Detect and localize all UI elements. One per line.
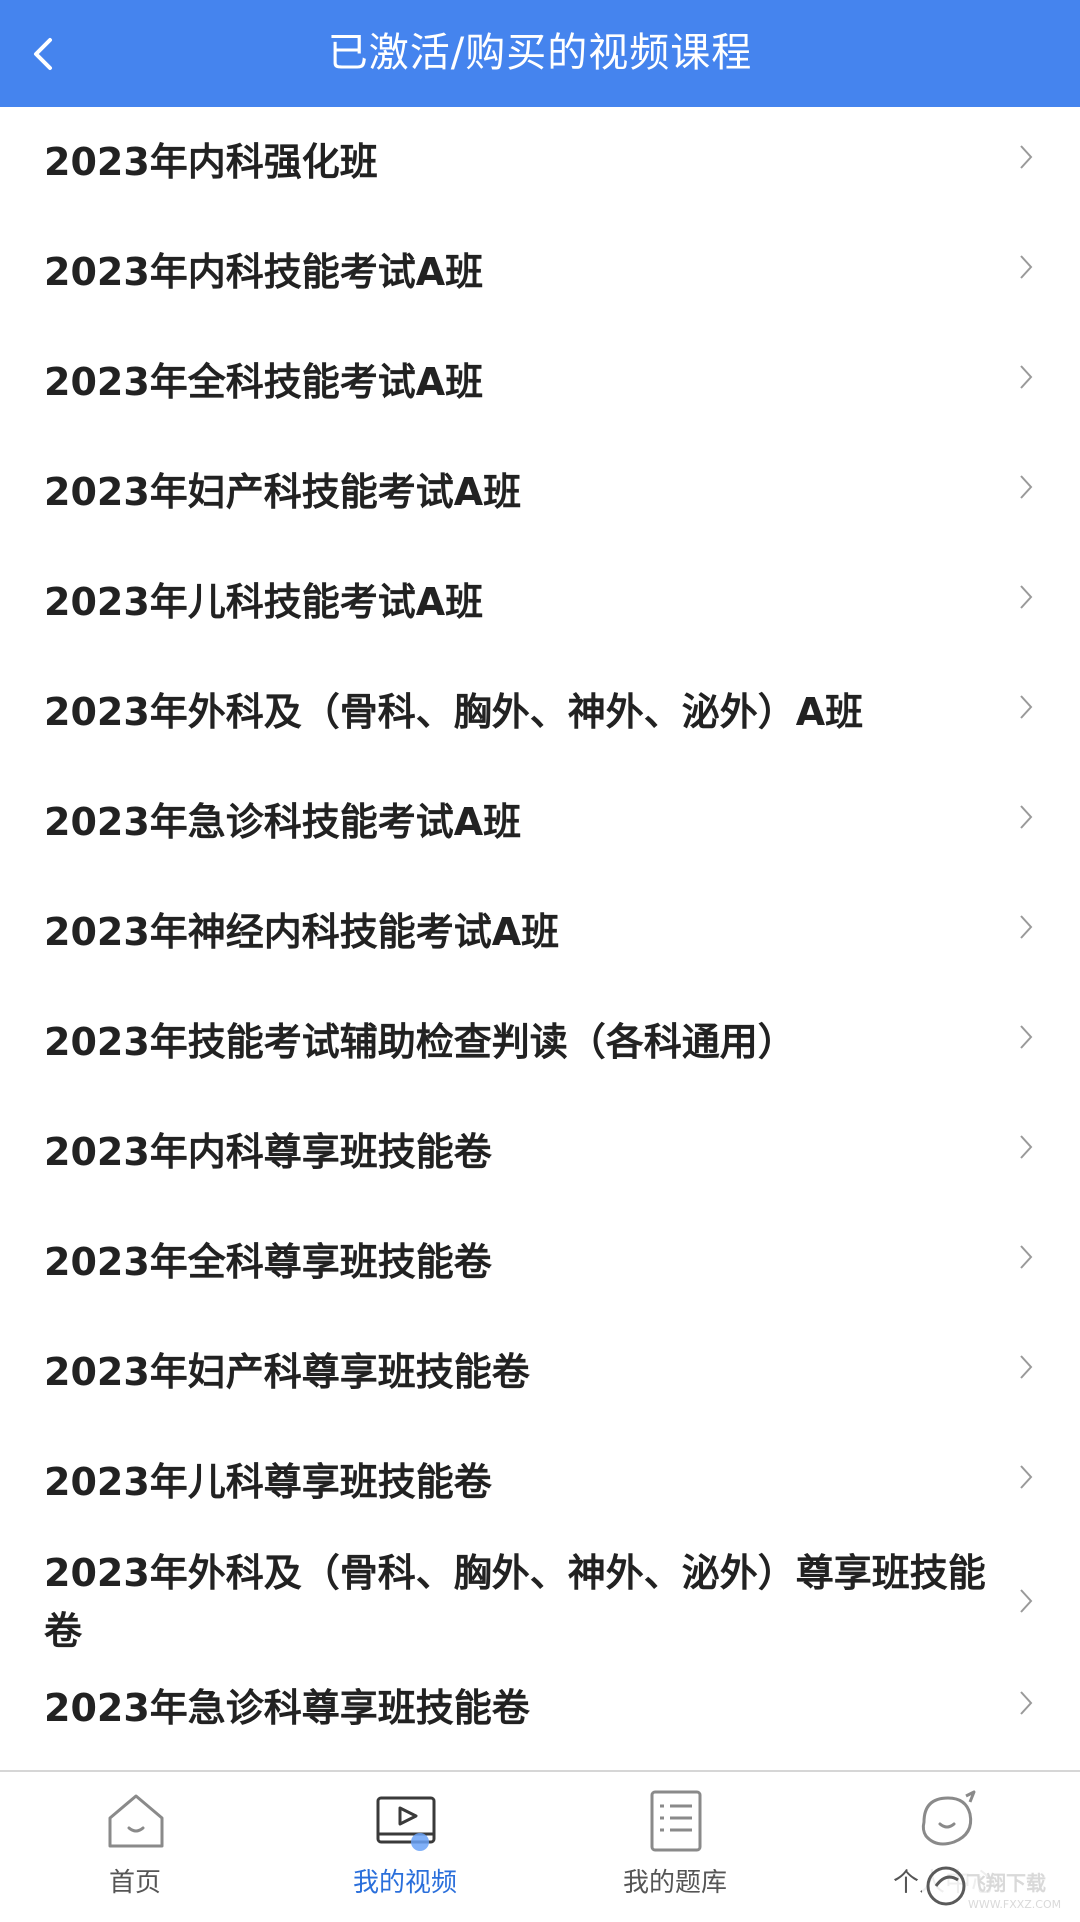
course-title: 2023年全科尊享班技能卷 (44, 1240, 492, 1284)
chevron-right-icon (1020, 145, 1033, 169)
tab-question-bank[interactable]: 我的题库 (540, 1772, 810, 1922)
chevron-right-icon (1020, 1245, 1033, 1269)
course-list-item[interactable]: 2023年技能考试辅助检查判读（各科通用） (0, 987, 1080, 1097)
tab-label: 我的题库 (622, 1868, 727, 1898)
home-icon (108, 1794, 164, 1848)
question-bank-icon (650, 1790, 702, 1852)
course-list-item[interactable]: 2023年外科及（骨科、胸外、神外、泌外）尊享班技能卷 (0, 1537, 1080, 1667)
chevron-right-icon (1020, 475, 1033, 499)
course-title: 2023年妇产科尊享班技能卷 (44, 1350, 530, 1394)
course-title: 2023年妇产科技能考试A班 (44, 470, 522, 514)
tab-label: 首页 (108, 1868, 161, 1898)
chevron-right-icon (1020, 1135, 1033, 1159)
chevron-right-icon (1020, 1355, 1033, 1379)
chevron-right-icon (1020, 1025, 1033, 1049)
chevron-right-icon (1020, 915, 1033, 939)
course-title: 2023年内科强化班 (44, 140, 378, 184)
course-list-item[interactable]: 2023年妇产科技能考试A班 (0, 437, 1080, 547)
tab-label: 我的视频 (352, 1868, 457, 1898)
tab-my-videos[interactable]: 我的视频 (270, 1772, 540, 1922)
chevron-right-icon (1020, 1465, 1033, 1489)
chevron-right-icon (1020, 255, 1033, 279)
course-list-item[interactable]: 2023年全科尊享班技能卷 (0, 1207, 1080, 1317)
watermark-text: 飞翔下载 (966, 1871, 1046, 1895)
course-list-item[interactable]: 2023年内科强化班 (0, 107, 1080, 217)
top-nav-bar: 已激活/购买的视频课程 (0, 0, 1080, 107)
course-list-item[interactable]: 2023年神经内科技能考试A班 (0, 877, 1080, 987)
course-title: 2023年技能考试辅助检查判读（各科通用） (44, 1020, 796, 1064)
course-list-item[interactable]: 2023年妇产科尊享班技能卷 (0, 1317, 1080, 1427)
chevron-right-icon (1020, 1691, 1033, 1715)
tab-home[interactable]: 首页 (0, 1772, 270, 1922)
course-list-item[interactable]: 2023年外科及（骨科、胸外、神外、泌外）A班 (0, 657, 1080, 767)
course-list-item[interactable]: 2023年儿科技能考试A班 (0, 547, 1080, 657)
watermark-badge: 飞翔下载 WWW.FXXZ.COM (922, 1862, 1072, 1914)
course-list-item[interactable]: 2023年儿科尊享班技能卷 (0, 1427, 1080, 1537)
chevron-right-icon (1020, 1589, 1033, 1613)
course-list: 2023年内科强化班 2023年内科技能考试A班 2023年全科技能考试A班 2… (0, 107, 1080, 1767)
course-title: 2023年外科及（骨科、胸外、神外、泌外）A班 (44, 690, 864, 734)
course-list-item[interactable]: 2023年急诊科技能考试A班 (0, 767, 1080, 877)
course-list-item[interactable]: 2023年急诊科尊享班技能卷 (0, 1667, 1080, 1767)
watermark-logo: 飞翔下载 WWW.FXXZ.COM (922, 1862, 1072, 1914)
course-title: 2023年神经内科技能考试A班 (44, 910, 560, 954)
course-list-item[interactable]: 2023年内科尊享班技能卷 (0, 1097, 1080, 1207)
chevron-right-icon (1020, 585, 1033, 609)
course-title: 2023年儿科尊享班技能卷 (44, 1460, 492, 1504)
course-title: 2023年急诊科尊享班技能卷 (44, 1686, 530, 1730)
chevron-right-icon (1020, 365, 1033, 389)
profile-icon (921, 1790, 976, 1846)
page-title: 已激活/购买的视频课程 (327, 30, 753, 76)
course-title: 2023年内科尊享班技能卷 (44, 1130, 492, 1174)
course-list-item[interactable]: 2023年全科技能考试A班 (0, 327, 1080, 437)
video-icon (376, 1796, 436, 1851)
chevron-right-icon (1020, 805, 1033, 829)
chevron-right-icon (1020, 695, 1033, 719)
course-title: 2023年外科及（骨科、胸外、神外、泌外）尊享班技能卷 (44, 1551, 986, 1653)
course-title: 2023年内科技能考试A班 (44, 250, 484, 294)
course-title: 2023年全科技能考试A班 (44, 360, 484, 404)
watermark-url: WWW.FXXZ.COM (968, 1898, 1061, 1911)
course-title: 2023年急诊科技能考试A班 (44, 800, 522, 844)
course-list-item[interactable]: 2023年内科技能考试A班 (0, 217, 1080, 327)
course-title: 2023年儿科技能考试A班 (44, 580, 484, 624)
bottom-tab-bar: 首页 我的视频 我的题库 个人中心 (0, 1770, 1080, 1922)
